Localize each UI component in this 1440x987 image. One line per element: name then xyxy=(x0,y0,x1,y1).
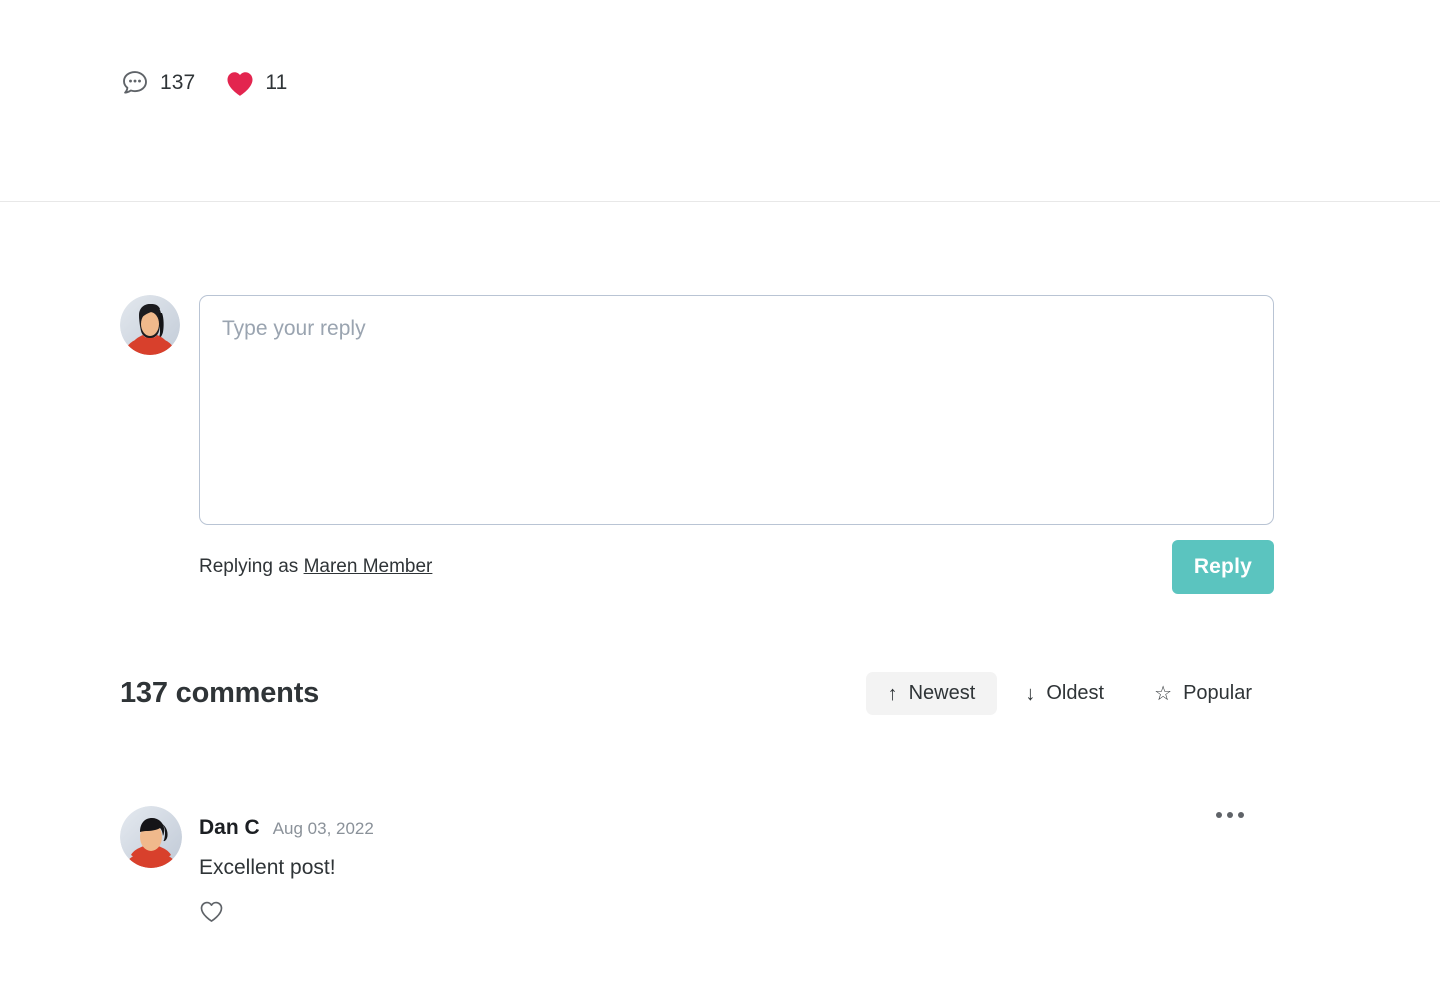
comment-item: Dan C Aug 03, 2022 Excellent post! xyxy=(120,806,1274,923)
heart-outline-icon[interactable] xyxy=(199,900,224,923)
comment-body: Dan C Aug 03, 2022 Excellent post! xyxy=(199,806,1274,923)
sort-newest-button[interactable]: ↑ Newest xyxy=(865,672,998,715)
reply-composer: Replying as Maren Member Reply xyxy=(120,295,1274,594)
comment-count-stat[interactable]: 137 xyxy=(120,68,195,98)
arrow-up-icon: ↑ xyxy=(887,682,898,705)
comment-date: Aug 03, 2022 xyxy=(272,819,374,838)
replying-as-label: Replying as Maren Member xyxy=(199,556,432,578)
comment-meta: Dan C Aug 03, 2022 xyxy=(199,816,1274,840)
comment-actions xyxy=(199,900,1274,923)
user-avatar-male xyxy=(120,806,182,868)
sort-oldest-label: Oldest xyxy=(1046,682,1105,704)
heart-filled-icon xyxy=(225,70,255,97)
more-dot xyxy=(1216,812,1222,818)
arrow-down-icon: ↓ xyxy=(1025,682,1036,705)
like-count-stat[interactable]: 11 xyxy=(225,70,287,97)
sort-popular-label: Popular xyxy=(1183,682,1252,704)
more-dot xyxy=(1238,812,1244,818)
comment-sort-group: ↑ Newest ↓ Oldest ☆ Popular xyxy=(865,672,1274,715)
replying-as-user-link[interactable]: Maren Member xyxy=(304,556,433,577)
more-horizontal-icon[interactable] xyxy=(1210,806,1250,824)
comment-author[interactable]: Dan C xyxy=(199,816,260,840)
section-divider xyxy=(0,201,1440,202)
comment-bubble-icon xyxy=(120,68,150,98)
sort-newest-label: Newest xyxy=(908,682,976,704)
user-avatar-female xyxy=(120,295,180,355)
post-stats-bar: 137 11 xyxy=(120,68,287,98)
like-count-value: 11 xyxy=(265,71,288,94)
reply-input[interactable] xyxy=(199,295,1274,525)
reply-button[interactable]: Reply xyxy=(1171,540,1274,594)
more-dot xyxy=(1227,812,1233,818)
comment-count-value: 137 xyxy=(160,71,196,94)
comments-header: 137 comments ↑ Newest ↓ Oldest ☆ Popular xyxy=(120,672,1274,715)
sort-popular-button[interactable]: ☆ Popular xyxy=(1132,672,1274,715)
comment-text: Excellent post! xyxy=(199,856,336,879)
comment-list: Dan C Aug 03, 2022 Excellent post! xyxy=(120,806,1274,923)
comments-count-title: 137 comments xyxy=(120,677,320,709)
sort-oldest-button[interactable]: ↓ Oldest xyxy=(1003,672,1126,715)
star-outline-icon: ☆ xyxy=(1154,682,1173,705)
replying-as-prefix: Replying as xyxy=(199,556,299,577)
